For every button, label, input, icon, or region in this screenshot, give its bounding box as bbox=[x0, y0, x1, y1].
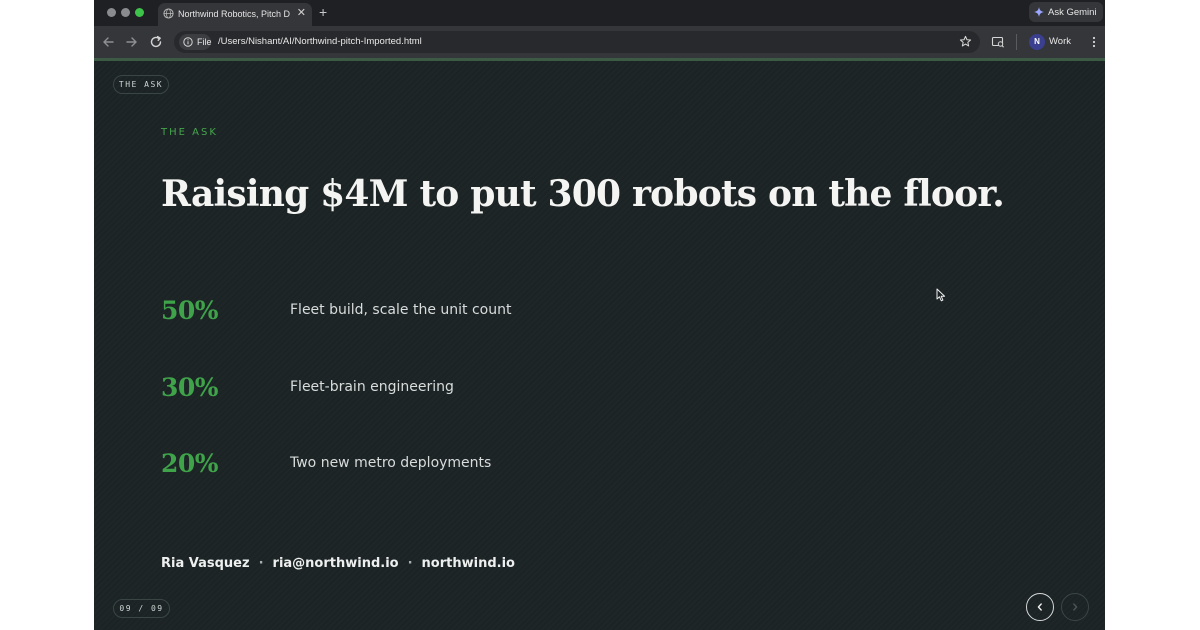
allocation-row: 50% Fleet build, scale the unit count bbox=[161, 296, 761, 336]
allocation-row: 20% Two new metro deployments bbox=[161, 449, 761, 489]
tab-close-icon[interactable]: ✕ bbox=[297, 7, 306, 20]
contact-website[interactable]: northwind.io bbox=[422, 556, 515, 571]
allocation-label: Fleet-brain engineering bbox=[290, 379, 454, 395]
chevron-left-icon bbox=[1037, 603, 1042, 611]
profile-name: Work bbox=[1049, 36, 1071, 47]
mouse-pointer-icon bbox=[936, 288, 946, 302]
site-chip-label: File bbox=[197, 37, 212, 47]
contact-name: Ria Vasquez bbox=[161, 556, 250, 571]
previous-slide-button[interactable] bbox=[1026, 593, 1054, 621]
tab-search-icon[interactable] bbox=[991, 35, 1005, 49]
pitch-slide: THE ASK THE ASK Raising $4M to put 300 r… bbox=[94, 58, 1105, 630]
allocation-percent: 30% bbox=[161, 373, 219, 402]
new-tab-button[interactable]: + bbox=[319, 5, 327, 19]
contact-separator: · bbox=[258, 556, 264, 571]
browser-window: Northwind Robotics, Pitch De ✕ + Ask Gem… bbox=[94, 0, 1105, 630]
forward-arrow-icon[interactable] bbox=[125, 35, 139, 49]
toolbar-divider bbox=[1016, 34, 1017, 50]
slide-headline: Raising $4M to put 300 robots on the flo… bbox=[161, 173, 1005, 215]
info-icon bbox=[183, 37, 193, 47]
close-window-button[interactable] bbox=[107, 8, 116, 17]
contact-line: Ria Vasquez · ria@northwind.io · northwind.i… bbox=[161, 556, 515, 571]
contact-separator: · bbox=[407, 556, 413, 571]
allocation-row: 30% Fleet-brain engineering bbox=[161, 373, 761, 413]
browser-toolbar: File /Users/Nishant/AI/Northwind-pitch-I… bbox=[94, 26, 1105, 58]
slide-top-rule bbox=[94, 58, 1105, 61]
tab-northwind-pitch[interactable]: Northwind Robotics, Pitch De ✕ bbox=[158, 3, 312, 26]
site-info-chip[interactable]: File bbox=[179, 34, 212, 50]
gemini-sparkle-icon bbox=[1034, 7, 1044, 17]
tab-title: Northwind Robotics, Pitch De bbox=[178, 9, 290, 19]
allocation-label: Two new metro deployments bbox=[290, 455, 492, 471]
allocation-label: Fleet build, scale the unit count bbox=[290, 302, 512, 318]
minimize-window-button[interactable] bbox=[121, 8, 130, 17]
avatar: N bbox=[1029, 34, 1045, 50]
ask-gemini-label: Ask Gemini bbox=[1048, 7, 1097, 18]
more-menu-icon[interactable] bbox=[1090, 35, 1098, 49]
maximize-window-button[interactable] bbox=[135, 8, 144, 17]
back-arrow-icon[interactable] bbox=[101, 35, 115, 49]
globe-icon bbox=[163, 8, 174, 19]
profile-button[interactable]: N Work bbox=[1025, 31, 1079, 53]
allocation-percent: 50% bbox=[161, 296, 219, 325]
section-pill: THE ASK bbox=[113, 75, 169, 94]
address-bar[interactable]: File /Users/Nishant/AI/Northwind-pitch-I… bbox=[174, 31, 980, 53]
next-slide-button[interactable] bbox=[1061, 593, 1089, 621]
ask-gemini-button[interactable]: Ask Gemini bbox=[1029, 2, 1103, 22]
contact-email[interactable]: ria@northwind.io bbox=[273, 556, 399, 571]
url-text[interactable]: /Users/Nishant/AI/Northwind-pitch-Import… bbox=[218, 36, 422, 47]
bookmark-star-icon[interactable] bbox=[959, 35, 972, 48]
chevron-right-icon bbox=[1073, 603, 1078, 611]
page-counter: 09 / 09 bbox=[113, 599, 170, 618]
slide-eyebrow: THE ASK bbox=[161, 127, 218, 138]
tab-strip: Northwind Robotics, Pitch De ✕ + Ask Gem… bbox=[94, 0, 1105, 26]
reload-icon[interactable] bbox=[149, 35, 163, 49]
allocation-percent: 20% bbox=[161, 449, 219, 478]
